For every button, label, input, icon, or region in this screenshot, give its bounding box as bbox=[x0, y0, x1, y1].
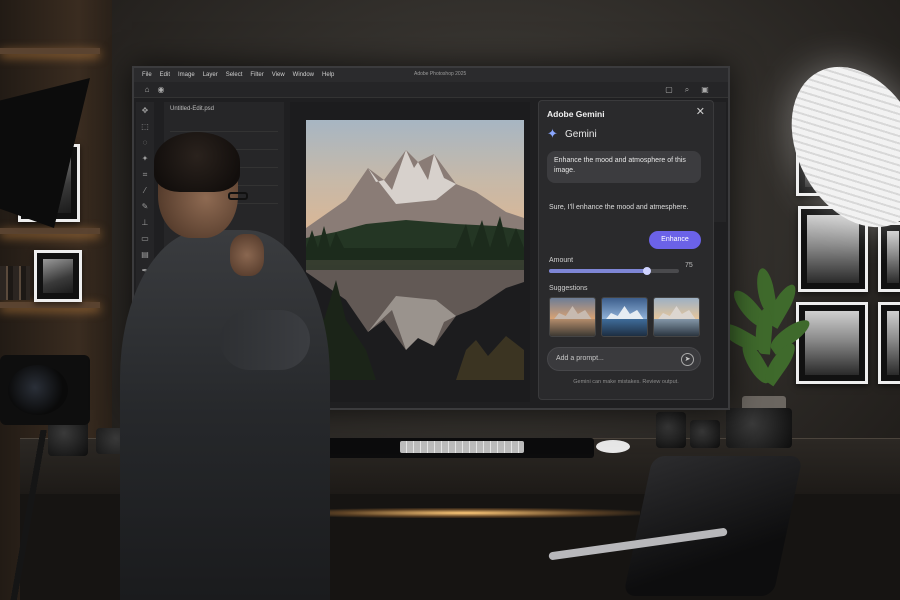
home-icon[interactable]: ⌂ bbox=[142, 85, 152, 95]
suggestion-thumbnails bbox=[549, 297, 700, 337]
framed-photo bbox=[878, 302, 900, 384]
workspace-icon[interactable]: ▣ bbox=[700, 85, 710, 95]
menu-select[interactable]: Select bbox=[226, 72, 243, 78]
person-hair bbox=[154, 132, 240, 192]
camera-body bbox=[726, 408, 792, 448]
disclaimer-text: Gemini can make mistakes. Review output. bbox=[573, 379, 679, 385]
marquee-tool-icon[interactable]: ⬚ bbox=[138, 120, 152, 134]
keyboard bbox=[400, 441, 524, 453]
amount-slider[interactable] bbox=[549, 267, 679, 275]
app-title: Adobe Photoshop 2025 bbox=[414, 71, 467, 77]
shelf bbox=[0, 48, 100, 54]
enhance-button[interactable]: Enhance bbox=[649, 231, 701, 249]
studio-scene: File Edit Image Layer Select Filter View… bbox=[0, 0, 900, 600]
tool-options-icon[interactable]: ◉ bbox=[156, 85, 166, 95]
right-toolbar bbox=[712, 102, 726, 222]
share-icon[interactable]: ▢ bbox=[664, 85, 674, 95]
person-standing bbox=[120, 132, 330, 600]
prompt-placeholder: Add a prompt... bbox=[556, 355, 604, 362]
mountains-graphic bbox=[306, 150, 524, 380]
framed-photo bbox=[34, 250, 82, 302]
shelf bbox=[0, 302, 100, 308]
menu-filter[interactable]: Filter bbox=[250, 72, 263, 78]
person-arm bbox=[220, 310, 310, 370]
camera-lens bbox=[690, 420, 720, 448]
suggestion-thumbnail[interactable] bbox=[601, 297, 648, 337]
layer-row[interactable] bbox=[170, 120, 278, 132]
mouse bbox=[596, 440, 630, 453]
amount-value: 75 bbox=[685, 262, 693, 269]
menu-layer[interactable]: Layer bbox=[203, 72, 218, 78]
search-icon[interactable]: ⌕ bbox=[682, 85, 692, 95]
options-bar: ⌂ ◉ ▢ ⌕ ▣ bbox=[134, 82, 728, 98]
slider-fill bbox=[549, 269, 647, 273]
chair-back bbox=[623, 456, 803, 596]
gemini-panel: Adobe Gemini ✕ ✦ Gemini Enhance the mood… bbox=[538, 100, 714, 400]
panel-title: Adobe Gemini bbox=[547, 109, 605, 119]
framed-photo bbox=[878, 222, 900, 292]
menu-edit[interactable]: Edit bbox=[160, 72, 170, 78]
move-tool-icon[interactable]: ✥ bbox=[138, 104, 152, 118]
camera-left bbox=[0, 355, 90, 425]
person-body bbox=[120, 230, 330, 600]
menu-bar: File Edit Image Layer Select Filter View… bbox=[134, 68, 728, 82]
user-message: Enhance the mood and atmosphere of this … bbox=[547, 151, 701, 183]
close-icon[interactable]: ✕ bbox=[696, 105, 705, 118]
person-hand bbox=[230, 234, 264, 276]
brand-name: Gemini bbox=[565, 128, 597, 140]
menu-image[interactable]: Image bbox=[178, 72, 195, 78]
shelf bbox=[0, 228, 100, 234]
tripod bbox=[0, 430, 60, 600]
document-name[interactable]: Untitled-Edit.psd bbox=[170, 106, 278, 112]
menu-view[interactable]: View bbox=[272, 72, 285, 78]
slider-thumb[interactable] bbox=[642, 267, 651, 275]
potted-plant bbox=[716, 266, 814, 398]
prompt-input[interactable]: Add a prompt... ➤ bbox=[547, 347, 701, 371]
suggestion-thumbnail[interactable] bbox=[549, 297, 596, 337]
suggestion-thumbnail[interactable] bbox=[653, 297, 700, 337]
assistant-reply: Sure, I'll enhance the mood and atmesphe… bbox=[549, 204, 689, 211]
glasses bbox=[228, 192, 248, 200]
menu-help[interactable]: Help bbox=[322, 72, 334, 78]
camera-lens bbox=[656, 412, 686, 448]
amount-label: Amount bbox=[549, 257, 574, 264]
menu-file[interactable]: File bbox=[142, 72, 152, 78]
suggestions-label: Suggestions bbox=[549, 285, 588, 292]
office-chair bbox=[548, 456, 803, 600]
send-icon[interactable]: ➤ bbox=[681, 353, 694, 366]
books bbox=[0, 266, 30, 300]
gemini-brand: ✦ Gemini bbox=[547, 127, 597, 141]
menu-window[interactable]: Window bbox=[293, 72, 314, 78]
sparkle-icon: ✦ bbox=[547, 126, 558, 141]
landscape-photo bbox=[306, 120, 524, 380]
